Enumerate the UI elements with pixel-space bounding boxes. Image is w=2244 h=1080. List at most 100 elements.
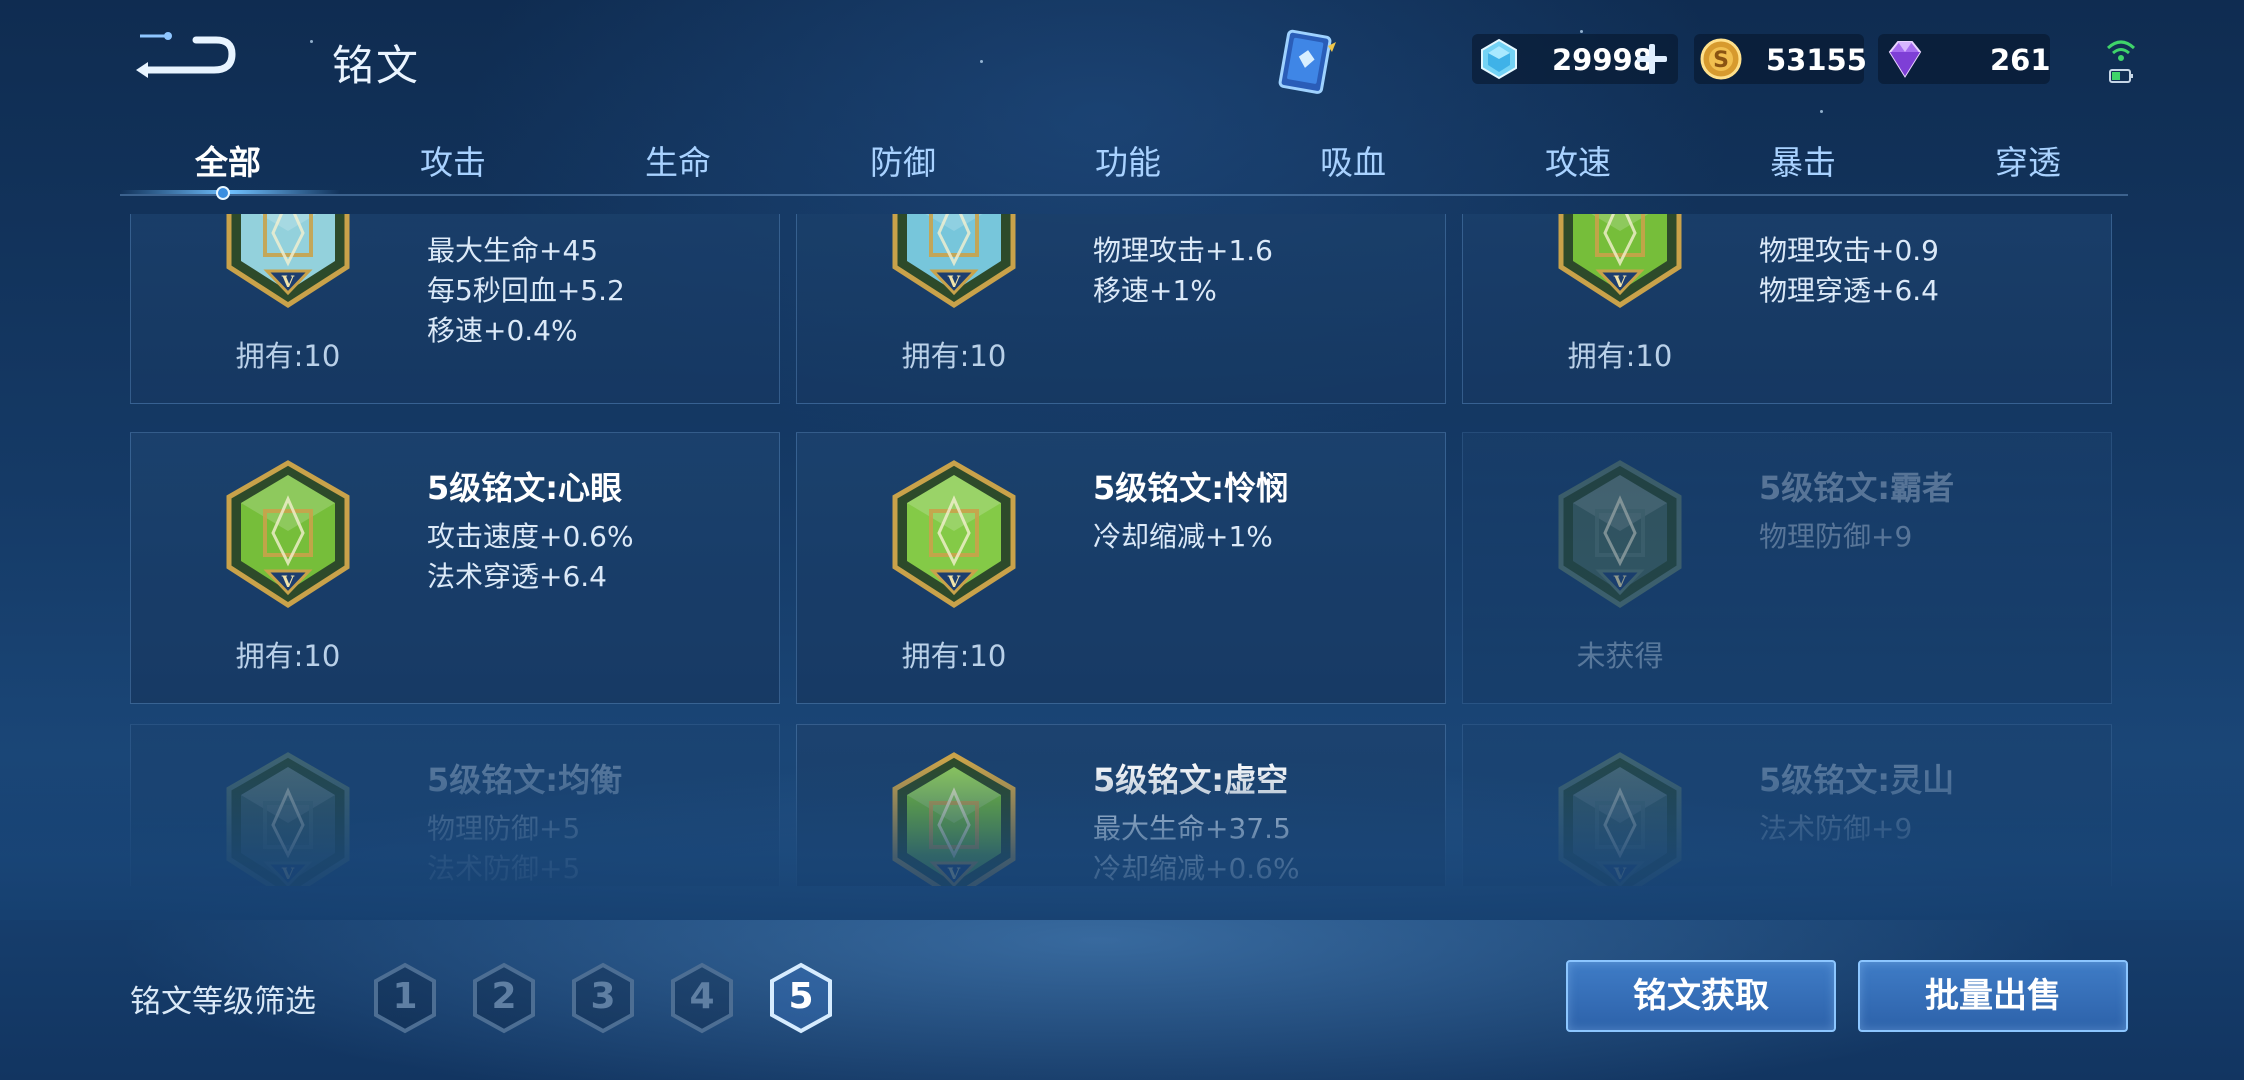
star-decoration xyxy=(310,40,313,43)
rune-card-junheng[interactable]: V 5级铭文:均衡 物理防御+5 法术防御+5 xyxy=(130,724,780,886)
rune-name: 5级铭文:虚空 xyxy=(1093,761,1289,799)
svg-text:V: V xyxy=(281,572,295,591)
star-decoration xyxy=(1580,30,1583,33)
rune-gem-icon: V xyxy=(1555,751,1685,886)
rune-gem-icon: V xyxy=(889,214,1019,309)
rune-gem-icon: V xyxy=(223,751,353,886)
tab-function[interactable]: 功能 xyxy=(1038,136,1218,184)
gem-counter: 261 xyxy=(1878,34,2051,84)
rune-attr: 物理攻击+0.9 xyxy=(1759,234,1939,267)
rune-gem-icon: V xyxy=(889,751,1019,886)
rune-gem-icon: V xyxy=(889,459,1019,609)
level-number: 1 xyxy=(392,976,418,1017)
svg-text:V: V xyxy=(1613,572,1627,591)
purple-gem-icon xyxy=(1882,36,1928,82)
svg-text:V: V xyxy=(947,272,961,291)
rune-page: 铭文 29998 S 53155 261 全部 攻击 生命 防御 功能 吸血 攻… xyxy=(0,0,2244,1080)
batch-sell-button[interactable]: 批量出售 xyxy=(1858,960,2128,1032)
rune-attr: 每5秒回血+5.2 xyxy=(427,274,625,307)
rune-book-icon[interactable] xyxy=(1268,26,1344,102)
level-filter-5[interactable]: 5 xyxy=(768,962,834,1034)
level-number: 2 xyxy=(491,976,517,1017)
svg-text:V: V xyxy=(947,572,961,591)
level-filter-label: 铭文等级筛选 xyxy=(130,984,316,1020)
rune-attr: 最大生命+45 xyxy=(427,234,599,267)
gold-value: 53155 xyxy=(1766,43,1867,77)
rune-attr: 法术防御+9 xyxy=(1759,812,1913,845)
tab-defense[interactable]: 防御 xyxy=(813,136,993,184)
rune-gem-icon: V xyxy=(1555,214,1685,309)
rune-card[interactable]: V 最大生命+45 每5秒回血+5.2 移速+0.4% 拥有:10 xyxy=(130,214,780,404)
add-diamond-button[interactable] xyxy=(1634,41,1670,77)
tab-attack-speed[interactable]: 攻速 xyxy=(1488,136,1668,184)
gold-counter: S 53155 xyxy=(1694,34,1867,84)
tab-attack[interactable]: 攻击 xyxy=(363,136,543,184)
rune-card-lingshan[interactable]: V 5级铭文:灵山 法术防御+9 xyxy=(1462,724,2112,886)
svg-text:V: V xyxy=(281,864,295,883)
rune-attr: 移速+1% xyxy=(1093,274,1217,307)
rune-card-xukong[interactable]: V 5级铭文:虚空 最大生命+37.5 冷却缩减+0.6% xyxy=(796,724,1446,886)
rune-attr: 物理攻击+1.6 xyxy=(1093,234,1273,267)
svg-text:V: V xyxy=(1613,272,1627,291)
rune-card[interactable]: V 物理攻击+1.6 移速+1% 拥有:10 xyxy=(796,214,1446,404)
svg-text:S: S xyxy=(1713,48,1729,73)
rune-attr: 攻击速度+0.6% xyxy=(427,520,634,553)
rune-card[interactable]: V 物理攻击+0.9 物理穿透+6.4 拥有:10 xyxy=(1462,214,2112,404)
level-number: 4 xyxy=(689,976,715,1017)
star-decoration xyxy=(1820,110,1823,113)
rune-gem-icon: V xyxy=(1555,459,1685,609)
rune-name: 5级铭文:灵山 xyxy=(1759,761,1955,799)
rune-card-lianmin[interactable]: V 5级铭文:怜悯 冷却缩减+1% 拥有:10 xyxy=(796,432,1446,704)
rune-attr: 法术防御+5 xyxy=(427,852,581,885)
rune-owned: 未获得 xyxy=(1576,639,1664,673)
tab-lifesteal[interactable]: 吸血 xyxy=(1263,136,1443,184)
rune-name: 5级铭文:均衡 xyxy=(427,761,623,799)
rune-name: 5级铭文:心眼 xyxy=(427,469,623,507)
tab-all[interactable]: 全部 xyxy=(138,136,318,184)
rune-attr: 冷却缩减+1% xyxy=(1093,520,1273,553)
star-decoration xyxy=(980,60,983,63)
rune-attr: 法术穿透+6.4 xyxy=(427,560,607,593)
svg-text:V: V xyxy=(947,864,961,883)
rune-card-bazhe[interactable]: V 5级铭文:霸者 物理防御+9 未获得 xyxy=(1462,432,2112,704)
rune-name: 5级铭文:霸者 xyxy=(1759,469,1955,507)
level-filter-2[interactable]: 2 xyxy=(471,962,537,1034)
gem-value: 261 xyxy=(1990,43,2051,77)
rune-attr: 冷却缩减+0.6% xyxy=(1093,852,1300,885)
level-number: 3 xyxy=(590,976,616,1017)
rune-owned: 拥有:10 xyxy=(235,339,341,373)
svg-text:V: V xyxy=(1613,864,1627,883)
signal-battery-icon xyxy=(2104,34,2138,88)
rune-gem-icon: V xyxy=(223,459,353,609)
tab-critical[interactable]: 暴击 xyxy=(1713,136,1893,184)
rune-owned: 拥有:10 xyxy=(1567,339,1673,373)
category-tabs: 全部 攻击 生命 防御 功能 吸血 攻速 暴击 穿透 xyxy=(120,128,2128,200)
rune-owned: 拥有:10 xyxy=(901,639,1007,673)
rune-attr: 移速+0.4% xyxy=(427,314,578,347)
active-tab-dot xyxy=(216,186,230,200)
rune-card-xinyan[interactable]: V 5级铭文:心眼 攻击速度+0.6% 法术穿透+6.4 拥有:10 xyxy=(130,432,780,704)
back-button[interactable] xyxy=(136,30,240,82)
page-title: 铭文 xyxy=(332,41,421,90)
back-arrow-icon xyxy=(136,32,236,78)
rune-grid[interactable]: V 最大生命+45 每5秒回血+5.2 移速+0.4% 拥有:10 V 物理攻击… xyxy=(0,214,2244,886)
rune-attr: 物理防御+5 xyxy=(427,812,581,845)
svg-text:V: V xyxy=(281,272,295,291)
rune-attr: 最大生命+37.5 xyxy=(1093,812,1291,845)
level-filter-4[interactable]: 4 xyxy=(669,962,735,1034)
acquire-rune-button[interactable]: 铭文获取 xyxy=(1566,960,1836,1032)
rune-attr: 物理穿透+6.4 xyxy=(1759,274,1939,307)
diamond-counter: 29998 xyxy=(1472,34,1678,84)
diamond-icon xyxy=(1476,36,1522,82)
rune-name: 5级铭文:怜悯 xyxy=(1093,469,1289,507)
rune-gem-icon: V xyxy=(223,214,353,309)
gold-coin-icon: S xyxy=(1698,36,1744,82)
level-filter-1[interactable]: 1 xyxy=(372,962,438,1034)
tab-health[interactable]: 生命 xyxy=(588,136,768,184)
level-filter-3[interactable]: 3 xyxy=(570,962,636,1034)
level-number: 5 xyxy=(788,976,814,1017)
tab-penetration[interactable]: 穿透 xyxy=(1938,136,2118,184)
rune-owned: 拥有:10 xyxy=(901,339,1007,373)
rune-owned: 拥有:10 xyxy=(235,639,341,673)
active-tab-indicator xyxy=(120,190,340,194)
